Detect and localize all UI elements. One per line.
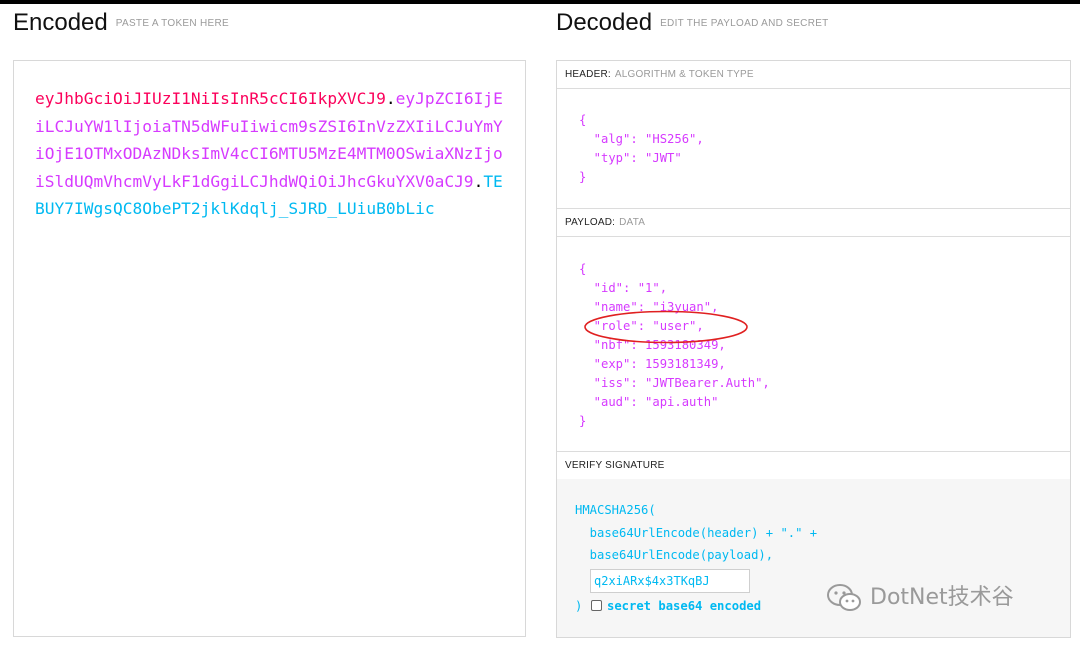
encoded-subtitle: PASTE A TOKEN HERE <box>115 18 229 30</box>
token-dot: . <box>473 171 484 191</box>
secret-base64-label: secret base64 encoded <box>607 599 762 613</box>
token-header-part: eyJhbGciOiJIUzI1NiIsInR5cCI6IkpXVCJ9 <box>35 89 386 108</box>
signature-close-paren: ) <box>575 599 583 613</box>
decoded-heading: Decoded <box>556 9 653 36</box>
encoded-title: Encoded PASTE A TOKEN HERE <box>13 9 229 37</box>
encoded-heading: Encoded <box>13 9 108 36</box>
secret-input[interactable]: q2xiARx$4x3TKqBJ <box>590 569 750 593</box>
header-section-sublabel: ALGORITHM & TOKEN TYPE <box>614 69 754 80</box>
verify-section-label: VERIFY SIGNATURE <box>565 460 665 471</box>
verify-signature-area: HMACSHA256( base64UrlEncode(header) + ".… <box>557 479 1070 637</box>
wechat-icon <box>827 584 861 611</box>
token-dot: . <box>385 89 396 108</box>
header-json-editor[interactable]: { "alg": "HS256", "typ": "JWT" } <box>579 111 704 187</box>
watermark-text: DotNet技术谷 <box>870 585 1014 610</box>
payload-section-label: PAYLOAD: <box>565 217 616 228</box>
watermark: DotNet技术谷 <box>826 583 1014 613</box>
role-highlight-ellipse <box>584 310 748 344</box>
decoded-subtitle: EDIT THE PAYLOAD AND SECRET <box>660 18 829 30</box>
encoded-token-text[interactable]: eyJhbGciOiJIUzI1NiIsInR5cCI6IkpXVCJ9.eyJ… <box>35 85 505 223</box>
header-section-title: HEADER: ALGORITHM & TOKEN TYPE <box>557 61 1070 89</box>
payload-section-sublabel: DATA <box>619 217 646 228</box>
decoded-title: Decoded EDIT THE PAYLOAD AND SECRET <box>556 9 829 37</box>
signature-code: HMACSHA256( base64UrlEncode(header) + ".… <box>575 503 818 562</box>
payload-section-title: PAYLOAD: DATA <box>557 209 1070 237</box>
decoded-panel: HEADER: ALGORITHM & TOKEN TYPE { "alg": "… <box>556 60 1071 638</box>
encoded-token-editor[interactable]: eyJhbGciOiJIUzI1NiIsInR5cCI6IkpXVCJ9.eyJ… <box>13 60 526 637</box>
header-section-label: HEADER: <box>565 69 611 80</box>
top-bar <box>0 0 1080 4</box>
verify-section-title: VERIFY SIGNATURE <box>557 452 1070 480</box>
secret-base64-checkbox[interactable] <box>591 600 602 611</box>
